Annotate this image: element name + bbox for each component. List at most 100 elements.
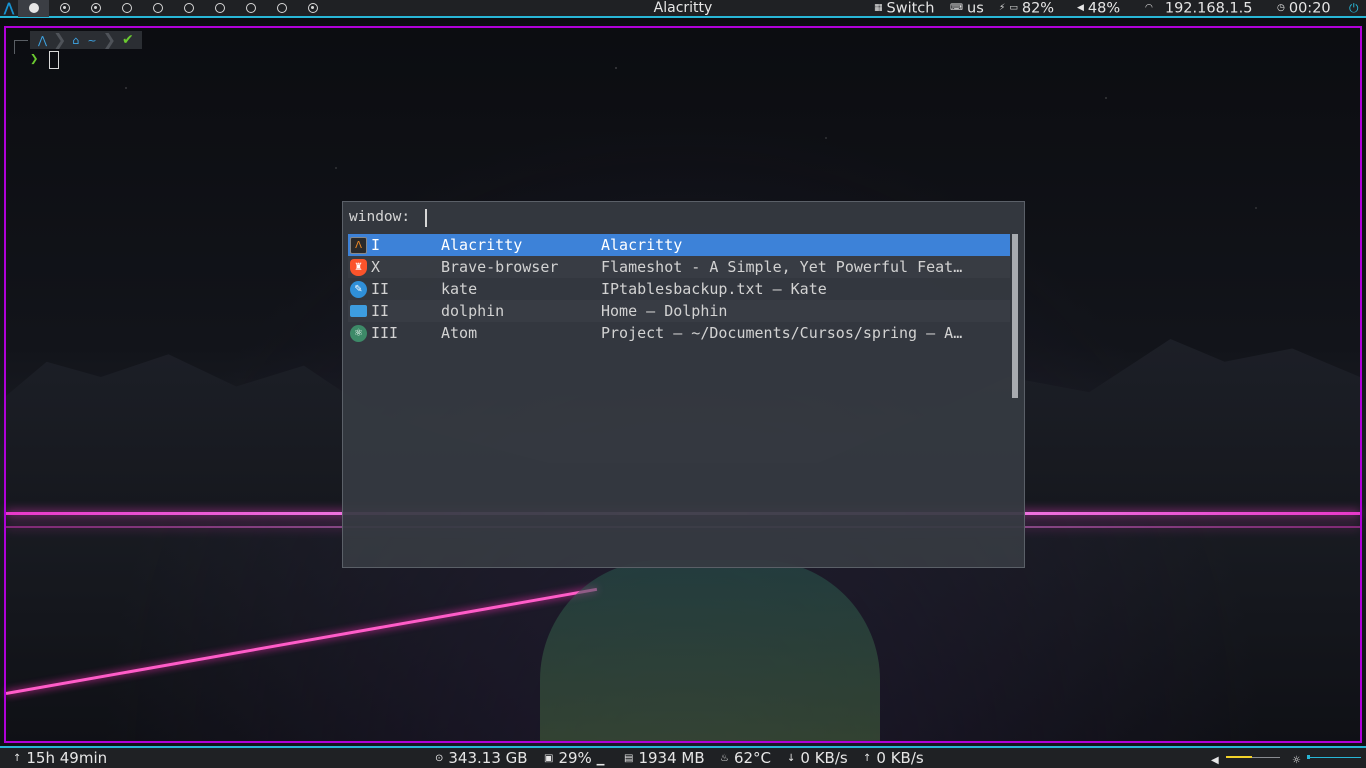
memory-value: 1934 MB <box>638 749 705 767</box>
window-list-item[interactable]: Λ I Alacritty Alacritty <box>348 234 1010 256</box>
volume-slider-fill <box>1226 756 1252 758</box>
keyboard-indicator[interactable]: ⌨ us <box>950 0 984 18</box>
window-list-scrollbar[interactable] <box>1012 234 1018 398</box>
prompt-home-icon: ⌂ <box>64 31 88 49</box>
clock-time: 00:20 <box>1288 0 1331 17</box>
window-list: Λ I Alacritty Alacritty ♜ X Brave-browser Flame… <box>348 234 1010 344</box>
alacritty-icon: Λ <box>350 236 367 254</box>
window-list-item[interactable]: ✎ II kate IPtablesbackup.txt — Kate <box>348 278 1010 300</box>
volume-slider-icon: ◀ <box>1211 755 1219 766</box>
battery-indicator: ⚡ ▭ 82% <box>999 0 1054 18</box>
workspace-indicator-icon <box>152 3 163 13</box>
wifi-icon: ◠ <box>1145 3 1153 13</box>
window-list-item[interactable]: II dolphin Home — Dolphin <box>348 300 1010 322</box>
clock[interactable]: ◷ 00:20 <box>1277 0 1331 18</box>
switcher-prompt-label: window: <box>349 209 411 225</box>
workspace-button-3[interactable] <box>80 0 111 17</box>
window-title: Alacritty <box>653 0 713 16</box>
uptime-indicator: ↑ 15h 49min <box>13 749 107 768</box>
window-class: kate <box>441 280 478 298</box>
window-title-text: Project — ~/Documents/Cursos/spring — A… <box>601 324 963 342</box>
window-switcher-dialog: window: Λ I Alacritty Alacritty ♜ X Brave-brow… <box>342 201 1025 568</box>
layout-grid-icon: ▦ <box>874 3 883 13</box>
workspace-indicator-icon <box>28 3 39 13</box>
volume-value: 48% <box>1087 0 1121 17</box>
volume-indicator[interactable]: ◀ 48% <box>1077 0 1120 18</box>
prompt-arrow-icon: ❯ <box>30 51 39 67</box>
network-indicator[interactable]: ◠ 192.168.1.5 <box>1145 0 1253 18</box>
window-class: Brave-browser <box>441 258 559 276</box>
window-title-text: Alacritty <box>601 236 683 254</box>
workspace-indicator-icon <box>245 3 256 13</box>
workspace-button-7[interactable] <box>204 0 235 17</box>
workspace-indicator-icon <box>307 3 318 13</box>
cpu-value: 29% <box>558 749 592 767</box>
upload-arrow-icon: ↑ <box>863 753 872 764</box>
thermometer-icon: ♨ <box>720 753 729 764</box>
window-list-item[interactable]: ⚛ III Atom Project — ~/Documents/Cursos/spr… <box>348 322 1010 344</box>
clock-icon: ◷ <box>1277 3 1285 13</box>
prompt-status-check-icon: ✔ <box>114 31 142 49</box>
workspace-indicator-icon <box>183 3 194 13</box>
bottom-panel: ↑ 15h 49min ⊙ 343.13 GB ▣ 29% ▁ ▤ 1934 MB ♨ 6… <box>0 746 1366 768</box>
workspace-button-8[interactable] <box>235 0 266 17</box>
brightness-slider[interactable] <box>1307 755 1361 760</box>
workspace-button-9[interactable] <box>266 0 297 17</box>
window-workspace: I <box>371 236 381 254</box>
window-class: dolphin <box>441 302 505 320</box>
workspace-button-5[interactable] <box>142 0 173 17</box>
top-panel: ⋀ Alacritty ▦ Switch ⌨ us ⚡ ▭ 82% ◀ 48% ◠ 192.… <box>0 0 1366 18</box>
cpu-icon: ▣ <box>544 753 554 764</box>
workspace-indicator-icon <box>276 3 287 13</box>
atom-icon: ⚛ <box>350 324 367 342</box>
terminal-cursor <box>49 51 59 69</box>
window-workspace: II <box>371 302 390 320</box>
volume-slider[interactable] <box>1226 756 1280 760</box>
upload-value: 0 KB/s <box>876 749 924 767</box>
temperature-indicator: ♨ 62°C <box>720 749 771 768</box>
window-title-text: Home — Dolphin <box>601 302 728 320</box>
disk-icon: ⊙ <box>435 753 444 764</box>
window-class: Atom <box>441 324 478 342</box>
memory-icon: ▤ <box>624 753 634 764</box>
window-workspace: III <box>371 324 399 342</box>
speaker-icon: ◀ <box>1077 3 1084 13</box>
ip-address: 192.168.1.5 <box>1164 0 1253 17</box>
prompt-corner <box>14 40 28 54</box>
layout-label: Switch <box>886 0 935 17</box>
temperature-value: 62°C <box>733 749 772 767</box>
workspace-button-1[interactable] <box>18 0 49 17</box>
charging-icon: ⚡ <box>999 3 1006 13</box>
prompt-os-segment: ⋀ <box>30 31 56 49</box>
brightness-icon: ☼ <box>1292 755 1301 766</box>
arch-logo-icon[interactable]: ⋀ <box>0 0 18 17</box>
shell-prompt: ⋀ ❯ ⌂ ~ ❯ ✔ <box>30 31 142 49</box>
keyboard-icon: ⌨ <box>950 3 963 13</box>
upload-indicator: ↑ 0 KB/s <box>863 749 924 768</box>
brightness-slider-track <box>1307 757 1361 758</box>
cpu-indicator: ▣ 29% ▁ <box>544 749 604 768</box>
workspace-indicator-icon <box>121 3 132 13</box>
power-icon[interactable]: ⏻ <box>1349 0 1359 17</box>
uptime-arrow-icon: ↑ <box>13 753 22 764</box>
download-indicator: ↓ 0 KB/s <box>787 749 848 768</box>
workspace-button-6[interactable] <box>173 0 204 17</box>
download-arrow-icon: ↓ <box>787 753 796 764</box>
uptime-value: 15h 49min <box>26 749 108 767</box>
switcher-input-caret[interactable] <box>425 209 427 227</box>
window-workspace: II <box>371 280 390 298</box>
cpu-graph: ▁ <box>596 755 605 766</box>
workspace-indicator-icon <box>214 3 225 13</box>
workspace-button-2[interactable] <box>49 0 80 17</box>
dolphin-icon <box>350 305 367 317</box>
kate-icon: ✎ <box>350 280 367 298</box>
window-list-item[interactable]: ♜ X Brave-browser Flameshot - A Simple, Yet… <box>348 256 1010 278</box>
keyboard-label: us <box>967 0 984 17</box>
workspace-switcher <box>18 0 328 17</box>
battery-value: 82% <box>1021 0 1055 17</box>
workspace-button-4[interactable] <box>111 0 142 17</box>
workspace-button-10[interactable] <box>297 0 328 17</box>
window-workspace: X <box>371 258 381 276</box>
disk-value: 343.13 GB <box>448 749 528 767</box>
layout-indicator[interactable]: ▦ Switch <box>874 0 934 18</box>
